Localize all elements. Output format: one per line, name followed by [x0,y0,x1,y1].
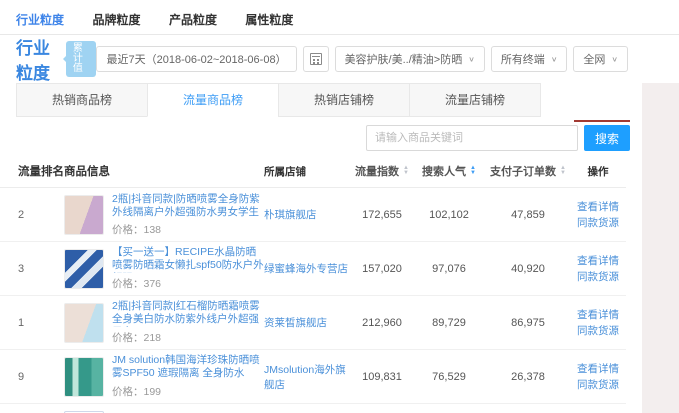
product-title-link[interactable]: 2瓶|抖音同款|红石榴防晒霜喷雾全身美白防水防紫外线户外超强男女 [112,300,264,327]
col-shop: 所属店铺 [264,164,352,179]
page-title: 行业粒度 [16,34,54,84]
search-input[interactable] [366,125,578,151]
paid-orders-value: 86,975 [486,317,570,329]
date-range-label: 最近7天（2018-06-02~2018-06-08） [106,51,286,67]
shop-link[interactable]: 资莱皙旗舰店 [264,317,327,329]
table-header: 流量排名 商品信息 所属店铺 流量指数 ▲▼ 搜索人气 ▲▼ 支付子订单数 ▲▼ 操作 [0,157,626,188]
product-price: 价格：138 [112,222,264,237]
product-price: 价格：218 [112,330,264,345]
calendar-button[interactable] [303,46,329,72]
shop-link[interactable]: 朴琪旗舰店 [264,209,317,221]
col-rank: 流量排名 [0,163,64,179]
same-source-link[interactable]: 同款货源 [570,269,626,285]
same-source-link[interactable]: 同款货源 [570,377,626,393]
shop-link[interactable]: 绿蜜蜂海外专营店 [264,263,348,275]
product-price: 价格：376 [112,276,264,291]
table-row: 3 【买一送一】RECIPE水晶防晒喷雾防晒霜女懒扎spf50防水户外超强 价格… [0,242,626,296]
view-detail-link[interactable]: 查看详情 [570,307,626,323]
search-popularity-value: 97,076 [412,263,486,275]
traffic-index-value: 157,020 [352,263,412,275]
shop-link[interactable]: JMsolution海外旗舰店 [264,364,346,391]
col-operations: 操作 [570,164,626,179]
category-label: 美容护肤/美../精油>防晒 [345,51,463,67]
col-orders-label: 支付子订单数 [490,163,556,179]
nav-tab-product[interactable]: 产品粒度 [169,11,217,36]
terminal-label: 所有终端 [501,51,545,67]
tab-hot-shops[interactable]: 热销店铺榜 [278,83,410,117]
network-dropdown[interactable]: 全网 ∨ [573,46,628,72]
tab-hot-products[interactable]: 热销商品榜 [16,83,148,117]
sort-icon-active[interactable]: ▲▼ [470,166,476,176]
rank-value: 1 [0,317,64,329]
page-header: 行业粒度 累计值 最近7天（2018-06-02~2018-06-08） 美容护… [0,35,679,83]
search-button[interactable]: 搜索 [584,125,630,151]
paid-orders-value: 47,859 [486,209,570,221]
nav-tab-brand[interactable]: 品牌粒度 [92,11,140,36]
terminal-dropdown[interactable]: 所有终端 ∨ [491,46,568,72]
col-traffic-index[interactable]: 流量指数 ▲▼ [352,163,412,179]
network-label: 全网 [583,51,605,67]
calendar-icon [310,53,322,65]
col-product: 商品信息 [64,163,264,179]
traffic-index-value: 172,655 [352,209,412,221]
col-traffic-label: 流量指数 [355,163,399,179]
same-source-link[interactable]: 同款货源 [570,323,626,339]
product-thumbnail[interactable] [64,357,104,397]
tab-traffic-shops[interactable]: 流量店铺榜 [409,83,541,117]
view-detail-link[interactable]: 查看详情 [570,361,626,377]
col-search-label: 搜索人气 [422,163,466,179]
product-title-link[interactable]: 【买一送一】RECIPE水晶防晒喷雾防晒霜女懒扎spf50防水户外超强 [112,246,264,273]
col-search-popularity[interactable]: 搜索人气 ▲▼ [412,163,486,179]
traffic-index-value: 109,831 [352,371,412,383]
view-detail-link[interactable]: 查看详情 [570,253,626,269]
cumulative-badge: 累计值 [66,41,97,77]
top-nav: 行业粒度 品牌粒度 产品粒度 属性粒度 [0,0,679,35]
rank-value: 2 [0,209,64,221]
product-thumbnail[interactable] [64,303,104,343]
paid-orders-value: 40,920 [486,263,570,275]
red-accent-line [574,120,630,122]
search-bar: 搜索 [0,125,679,151]
traffic-index-value: 212,960 [352,317,412,329]
rank-value: 3 [0,263,64,275]
tab-traffic-products[interactable]: 流量商品榜 [147,83,279,117]
ranking-table: 流量排名 商品信息 所属店铺 流量指数 ▲▼ 搜索人气 ▲▼ 支付子订单数 ▲▼ 操作… [0,157,626,413]
rank-value: 9 [0,371,64,383]
filter-bar: 最近7天（2018-06-02~2018-06-08） 美容护肤/美../精油>… [96,46,628,72]
product-thumbnail[interactable] [64,249,104,289]
product-price: 价格：199 [112,384,264,399]
table-row: 9 JM solution韩国海洋珍珠防晒喷雾SPF50 遮瑕隔离 全身防水18… [0,350,626,404]
rank-tab-bar: 热销商品榜 流量商品榜 热销店铺榜 流量店铺榜 [0,83,679,117]
search-popularity-value: 89,729 [412,317,486,329]
table-row: 1 2瓶|抖音同款|红石榴防晒霜喷雾全身美白防水防紫外线户外超强男女 价格：21… [0,296,626,350]
col-paid-orders[interactable]: 支付子订单数 ▲▼ [486,163,570,179]
product-title-link[interactable]: 2瓶|抖音同款|防晒喷雾全身防紫外线隔离户外超强防水男女学生 [112,193,264,219]
chevron-down-icon: ∨ [611,55,618,64]
table-row: 【送1瓶】美白防晒霜喷雾全身户外隔离防紫外线 查看详情 [0,404,626,413]
sort-icon[interactable]: ▲▼ [403,166,409,176]
table-row: 2 2瓶|抖音同款|防晒喷雾全身防紫外线隔离户外超强防水男女学生 价格：138 … [0,188,626,242]
chevron-down-icon: ∨ [551,55,558,64]
view-detail-link[interactable]: 查看详情 [570,199,626,215]
search-popularity-value: 76,529 [412,371,486,383]
nav-tab-attribute[interactable]: 属性粒度 [245,11,293,36]
search-popularity-value: 102,102 [412,209,486,221]
paid-orders-value: 26,378 [486,371,570,383]
product-title-link[interactable]: JM solution韩国海洋珍珠防晒喷雾SPF50 遮瑕隔离 全身防水180m… [112,354,264,381]
date-range-button[interactable]: 最近7天（2018-06-02~2018-06-08） [96,46,296,72]
sort-icon[interactable]: ▲▼ [560,166,566,176]
category-dropdown[interactable]: 美容护肤/美../精油>防晒 ∨ [335,46,485,72]
same-source-link[interactable]: 同款货源 [570,215,626,231]
chevron-down-icon: ∨ [468,55,475,64]
product-thumbnail[interactable] [64,195,104,235]
